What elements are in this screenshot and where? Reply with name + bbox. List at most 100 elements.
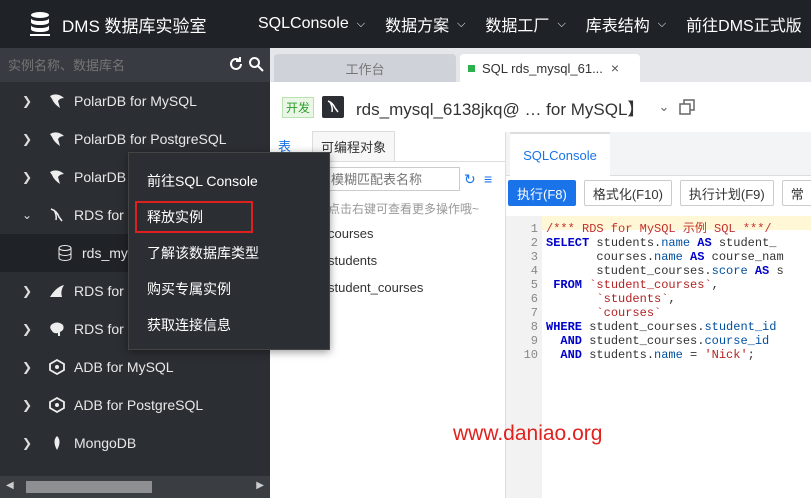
tab-workbench[interactable]: 工作台	[274, 54, 456, 82]
postgresql-elephant-icon	[46, 320, 68, 338]
editor-toolbar: 执行(F8) 格式化(F10) 执行计划(F9) 常	[506, 176, 811, 210]
code-line: SELECT students.name AS student_	[546, 236, 777, 250]
line-number: 6	[530, 292, 538, 306]
code-line: `students`,	[596, 292, 676, 306]
nav-label: 数据工厂	[485, 18, 550, 35]
nav-sqlconsole[interactable]: SQLConsole ⌵	[258, 15, 365, 33]
polardb-icon	[46, 92, 68, 110]
refresh-icon[interactable]	[228, 56, 244, 72]
search-icon[interactable]	[248, 56, 264, 72]
nav-label: SQLConsole	[258, 15, 349, 32]
code-line: /*** RDS for MySQL 示例 SQL ***/	[546, 222, 772, 236]
more-button[interactable]: 常	[781, 180, 811, 206]
scrollbar-thumb[interactable]	[26, 481, 152, 493]
chevron-down-icon[interactable]: ⌄	[658, 99, 669, 115]
tree-item-adb-mysql[interactable]: ❯ ADB for MySQL	[0, 348, 270, 386]
menu-item-connection-info[interactable]: 获取连接信息	[129, 307, 329, 343]
list-icon[interactable]: ≡	[484, 171, 492, 187]
code-line: AND students.name = 'Nick';	[560, 348, 755, 362]
workspace-tabbar: 工作台 SQL rds_mysql_61... ×	[270, 48, 811, 82]
tab-sqlconsole[interactable]: SQLConsole	[510, 132, 610, 176]
database-icon	[54, 244, 76, 262]
nav-label: 数据方案	[385, 18, 450, 35]
nav-data-factory[interactable]: 数据工厂 ⌵	[485, 12, 565, 36]
tree-item-label: ADB for PostgreSQL	[74, 397, 204, 413]
line-number: 4	[530, 264, 538, 278]
close-icon[interactable]: ×	[611, 60, 619, 76]
instance-selector[interactable]: rds_mysql_6138jkq@ … for MySQL】	[356, 95, 644, 120]
chevron-down-icon[interactable]: ⌄	[22, 208, 36, 222]
polardb-icon	[46, 168, 68, 186]
refresh-icon[interactable]: ↻	[464, 171, 476, 188]
nav-data-solutions[interactable]: 数据方案 ⌵	[385, 12, 465, 36]
tab-label: 工作台	[345, 61, 385, 77]
line-number: 3	[530, 250, 538, 264]
code-editor[interactable]: 1 /*** RDS for MySQL 示例 SQL ***/ 2 SELECT s…	[506, 216, 811, 498]
menu-item-release-instance[interactable]: 释放实例	[135, 201, 253, 233]
instance-context-menu: 前往SQL Console 释放实例 了解该数据库类型 购买专属实例 获取连接信…	[128, 152, 330, 350]
top-nav: SQLConsole ⌵ 数据方案 ⌵ 数据工厂 ⌵ 库表结构 ⌵ 前往DMS正式版	[258, 0, 811, 48]
adb-icon	[46, 358, 68, 376]
chevron-right-icon[interactable]: ❯	[22, 132, 36, 146]
polardb-icon	[46, 130, 68, 148]
scroll-right-icon[interactable]: ▶	[256, 480, 264, 491]
execute-button[interactable]: 执行(F8)	[508, 180, 576, 206]
line-number: 1	[530, 222, 538, 236]
format-button[interactable]: 格式化(F10)	[583, 180, 672, 206]
tree-item-label: PolarDB for PostgreSQL	[74, 131, 227, 147]
explain-plan-button[interactable]: 执行计划(F9)	[679, 180, 774, 206]
instance-bar: 开发 rds_mysql_6138jkq@ … for MySQL】 ⌄	[270, 82, 811, 132]
tab-sql-console[interactable]: SQL rds_mysql_61... ×	[460, 54, 640, 82]
mysql-dolphin-icon	[46, 206, 68, 224]
menu-item-learn-db-type[interactable]: 了解该数据库类型	[129, 235, 329, 271]
chevron-right-icon[interactable]: ❯	[22, 322, 36, 336]
tree-item-label: PolarDB for MySQL	[74, 93, 197, 109]
line-number: 8	[530, 320, 538, 334]
adb-icon	[46, 396, 68, 414]
menu-item-go-sql-console[interactable]: 前往SQL Console	[129, 163, 329, 199]
watermark: www.daniao.org	[453, 422, 603, 445]
tab-label: SQLConsole	[523, 147, 597, 163]
code-line: courses.name AS course_nam	[546, 250, 784, 264]
chevron-down-icon: ⌵	[557, 17, 566, 30]
instance-search-input[interactable]	[8, 57, 218, 73]
code-line: student_courses.score AS s	[546, 264, 784, 278]
nav-dms-official[interactable]: 前往DMS正式版	[686, 12, 802, 36]
chevron-right-icon[interactable]: ❯	[22, 360, 36, 374]
sidebar-horizontal-scrollbar[interactable]: ◀ ▶	[0, 476, 270, 498]
sqlserver-icon	[46, 282, 68, 300]
tree-item-mongodb[interactable]: ❯ MongoDB	[0, 424, 270, 462]
chevron-right-icon[interactable]: ❯	[22, 436, 36, 450]
chevron-right-icon[interactable]: ❯	[22, 284, 36, 298]
line-number: 2	[530, 236, 538, 250]
chevron-down-icon: ⌵	[657, 17, 667, 30]
tree-item-adb-postgresql[interactable]: ❯ ADB for PostgreSQL	[0, 386, 270, 424]
tree-item-polardb-mysql[interactable]: ❯ PolarDB for MySQL	[0, 82, 270, 120]
copy-icon[interactable]	[679, 99, 696, 115]
code-line: WHERE student_courses.student_id	[546, 320, 777, 334]
chevron-down-icon: ⌵	[356, 17, 366, 30]
mysql-dolphin-icon	[322, 96, 345, 118]
app-title: DMS 数据库实验室	[62, 16, 207, 36]
code-line: FROM `student_courses`,	[553, 278, 719, 292]
chevron-right-icon[interactable]: ❯	[22, 398, 36, 412]
mongodb-leaf-icon	[46, 434, 68, 452]
tree-item-label: MongoDB	[74, 435, 137, 451]
nav-label: 库表结构	[585, 18, 650, 35]
tree-item-label: ADB for MySQL	[74, 359, 174, 375]
line-number: 10	[523, 348, 538, 362]
tab-label: 可编程对象	[321, 140, 387, 155]
app-logo[interactable]: DMS 数据库实验室	[0, 0, 270, 48]
status-dot-icon	[468, 64, 475, 72]
chevron-right-icon[interactable]: ❯	[22, 94, 36, 108]
code-line: AND student_courses.course_id	[560, 334, 770, 348]
tree-item-label: rds_mys	[82, 245, 135, 261]
line-number: 9	[530, 334, 538, 348]
chevron-right-icon[interactable]: ❯	[22, 170, 36, 184]
scroll-left-icon[interactable]: ◀	[6, 480, 14, 491]
nav-label: 前往DMS正式版	[686, 18, 802, 35]
code-line: `courses`	[596, 306, 662, 320]
menu-item-buy-dedicated[interactable]: 购买专属实例	[129, 271, 329, 307]
nav-schema[interactable]: 库表结构 ⌵	[586, 12, 666, 36]
line-number: 7	[530, 306, 538, 320]
